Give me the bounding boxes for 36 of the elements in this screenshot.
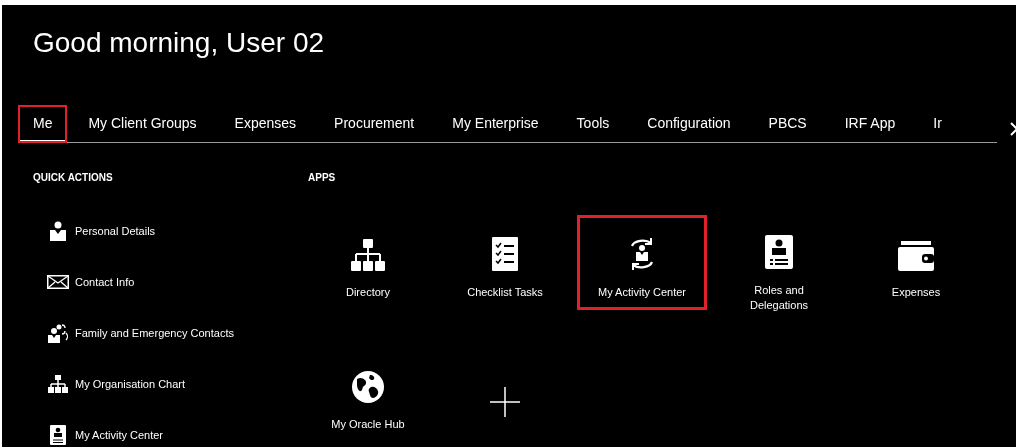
- quick-action-link[interactable]: My Organisation Chart: [40, 372, 234, 396]
- person-arrows-icon: [629, 237, 655, 271]
- section-heading: APPS: [308, 171, 336, 185]
- add-icon[interactable]: [490, 387, 520, 417]
- section-heading: QUICK ACTIONS: [33, 171, 113, 185]
- quick-action-link[interactable]: Personal Details: [40, 219, 234, 243]
- chevron-right-icon[interactable]: [1009, 122, 1019, 136]
- app-tile[interactable]: Directory: [303, 215, 433, 310]
- nav-tab[interactable]: IRF App: [842, 106, 898, 142]
- people-icon: [46, 323, 69, 343]
- app-tile[interactable]: My Activity Center: [577, 215, 707, 310]
- nav-tab[interactable]: Procurement: [332, 106, 417, 142]
- id-card-icon: [765, 235, 793, 269]
- quick-action-link[interactable]: Contact Info: [40, 270, 234, 294]
- app-tile[interactable]: Checklist Tasks: [440, 215, 570, 310]
- quick-action-link[interactable]: Family and Emergency Contacts: [40, 321, 234, 345]
- app-tile[interactable]: My Oracle Hub: [303, 347, 433, 442]
- checklist-icon: [492, 237, 518, 271]
- nav-tab[interactable]: Ir: [931, 106, 944, 142]
- envelope-icon: [46, 275, 69, 289]
- app-tile[interactable]: Expenses: [851, 215, 981, 310]
- org-chart-icon: [351, 239, 385, 271]
- wallet-icon: [898, 241, 934, 271]
- person-icon: [48, 221, 67, 241]
- nav-tab[interactable]: Configuration: [645, 106, 733, 142]
- nav-tab[interactable]: My Enterprise: [450, 106, 541, 142]
- greeting-title: Good morning, User 02: [33, 26, 325, 60]
- nav-tab[interactable]: Expenses: [232, 106, 299, 142]
- quick-action-link[interactable]: My Activity Center: [40, 423, 234, 447]
- globe-icon: [352, 371, 384, 403]
- nav-tab[interactable]: PBCS: [766, 106, 809, 142]
- nav-tab[interactable]: Tools: [574, 106, 612, 142]
- app-tile[interactable]: Roles and Delegations: [714, 215, 844, 310]
- nav-tab[interactable]: Me: [19, 106, 67, 142]
- org-chart-icon: [47, 375, 68, 393]
- nav-tab[interactable]: My Client Groups: [86, 106, 199, 142]
